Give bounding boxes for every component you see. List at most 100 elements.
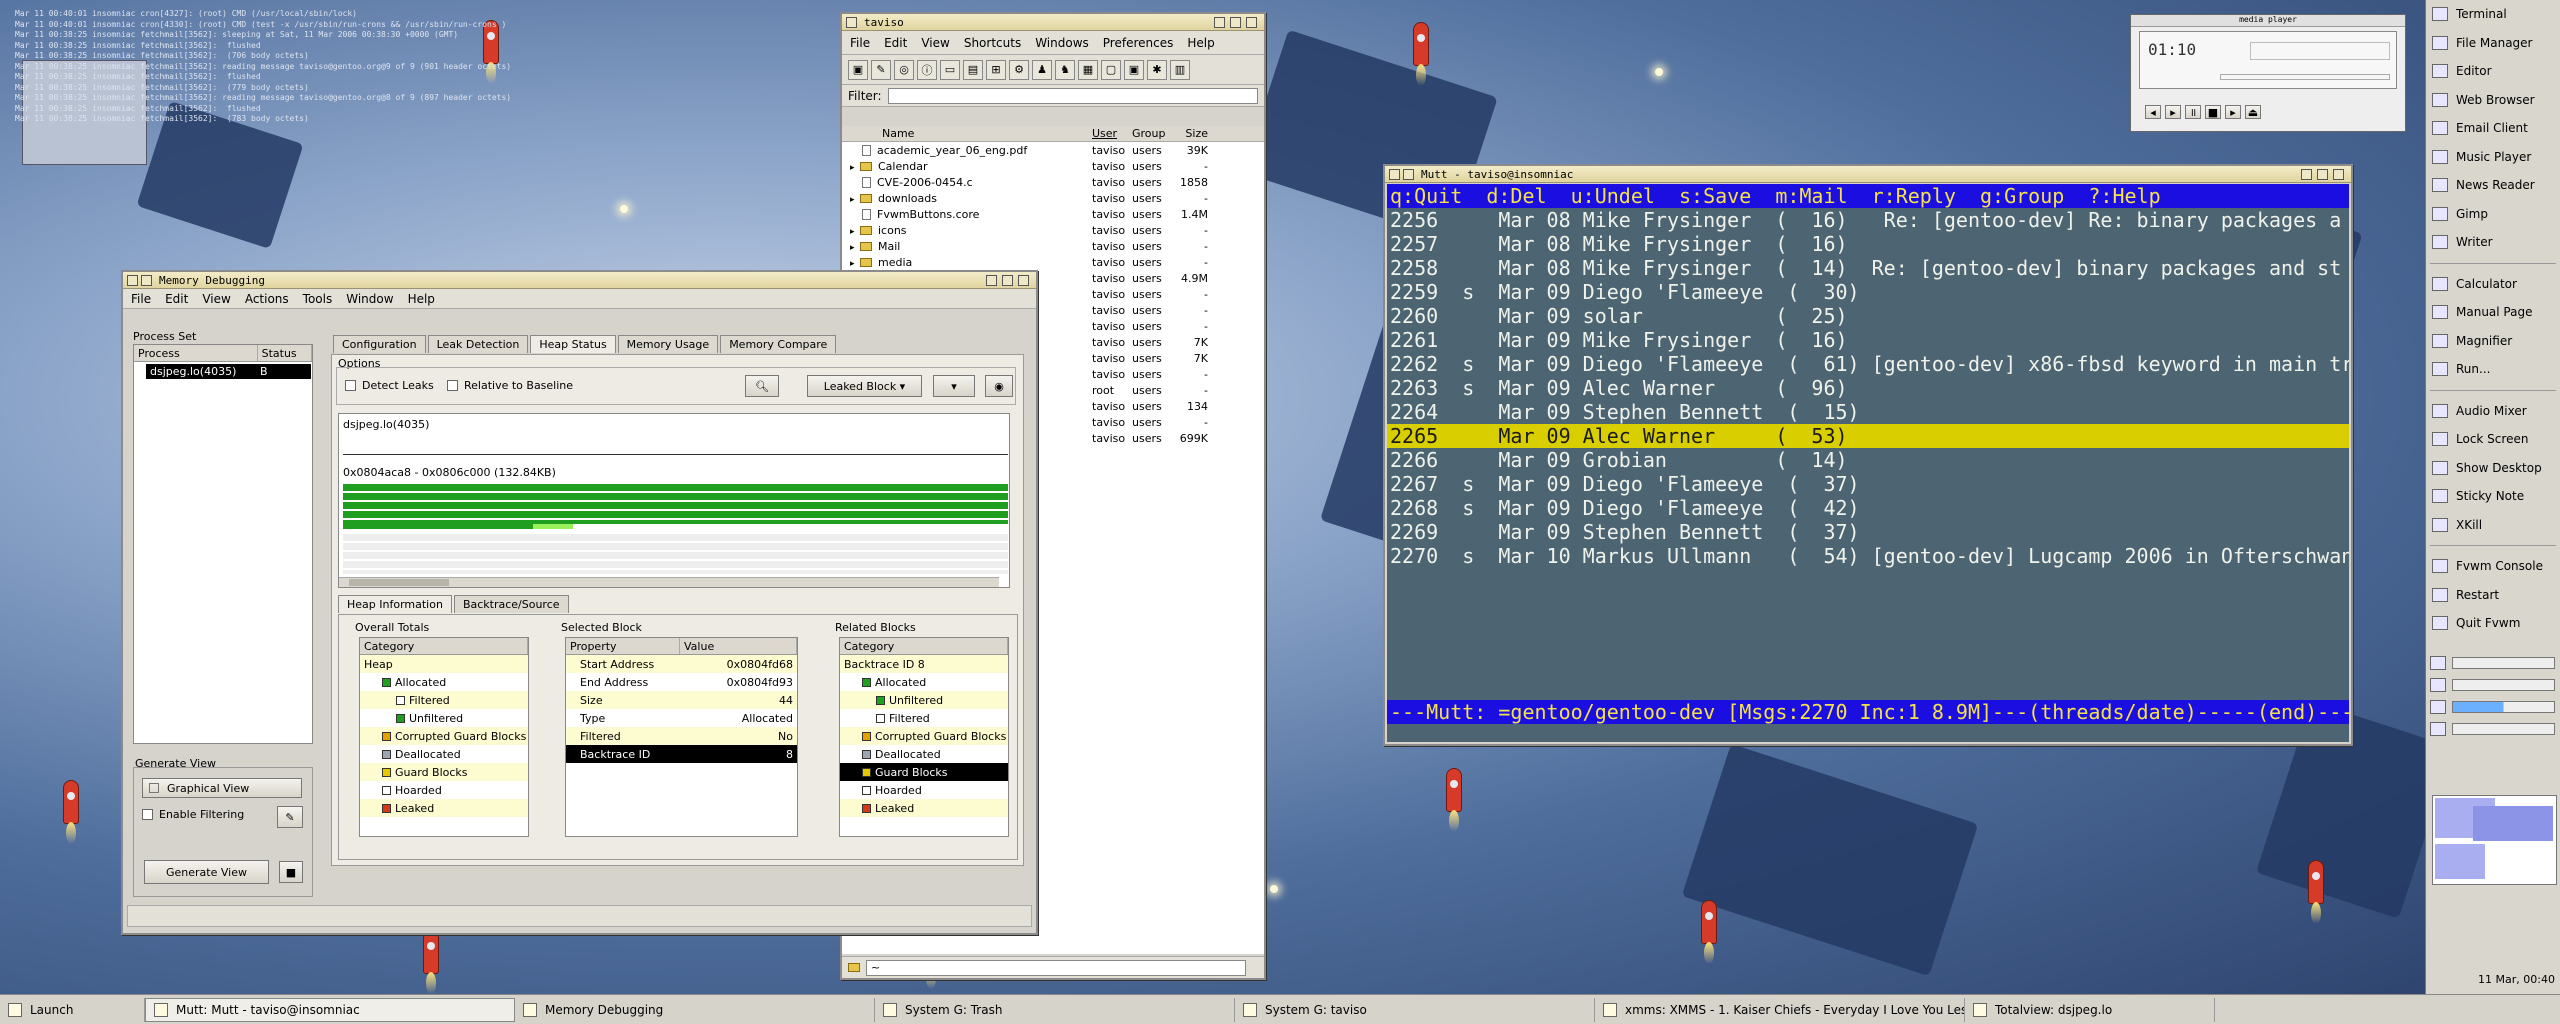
menu-help[interactable]: Help: [1187, 36, 1214, 50]
close-button[interactable]: [2333, 168, 2344, 180]
relative-baseline-checkbox[interactable]: Relative to Baseline: [447, 379, 573, 392]
menu-preferences[interactable]: Preferences: [1103, 36, 1174, 50]
launcher-sticky-note[interactable]: Sticky Note: [2426, 482, 2560, 511]
heap-blocks-bar[interactable]: [343, 524, 533, 529]
heap-graph[interactable]: dsjpeg.lo(4035) 0x0804aca8 - 0x0806c000 …: [338, 413, 1010, 588]
menu-edit[interactable]: Edit: [884, 36, 907, 50]
lock-icon[interactable]: ▢: [1101, 59, 1121, 80]
menu-actions[interactable]: Actions: [245, 292, 289, 306]
tree-item[interactable]: Deallocated: [840, 745, 1008, 763]
message-row[interactable]: 2259 s Mar 09 Diego 'Flameeye ( 30): [1387, 280, 2349, 304]
message-row[interactable]: 2260 Mar 09 solar ( 25): [1387, 304, 2349, 328]
launcher-xkill[interactable]: XKill: [2426, 511, 2560, 540]
file-row[interactable]: ▸ Mail taviso users -: [842, 238, 1264, 254]
status-col-header[interactable]: Status: [258, 345, 312, 361]
file-row[interactable]: CVE-2006-0454.c taviso users 1858: [842, 174, 1264, 190]
message-row[interactable]: 2266 Mar 09 Grobian ( 14): [1387, 448, 2349, 472]
property-row[interactable]: Start Address 0x0804fd68: [566, 655, 797, 673]
maximize-button[interactable]: [1230, 16, 1241, 28]
tree-item[interactable]: Backtrace ID 8: [840, 655, 1008, 673]
media-seek-bar[interactable]: [2220, 74, 2390, 80]
tree-item[interactable]: Guard Blocks: [360, 763, 528, 781]
desktop-pager[interactable]: [2432, 795, 2557, 885]
window-menu-button[interactable]: [127, 274, 138, 286]
property-row[interactable]: Size 44: [566, 691, 797, 709]
message-row[interactable]: 2262 s Mar 09 Diego 'Flameeye ( 61) [gen…: [1387, 352, 2349, 376]
tree-item[interactable]: Heap: [360, 655, 528, 673]
col-group[interactable]: Group: [1132, 127, 1178, 140]
message-row[interactable]: 2257 Mar 08 Mike Frysinger ( 16): [1387, 232, 2349, 256]
network-icon[interactable]: ⊞: [986, 59, 1006, 80]
process-entry[interactable]: dsjpeg.lo(4035): [146, 363, 256, 379]
prev-button[interactable]: ◂: [2145, 105, 2161, 119]
heap-blocks-bar[interactable]: [343, 484, 1008, 524]
file-row[interactable]: ▸ icons taviso users -: [842, 222, 1264, 238]
property-row[interactable]: Type Allocated: [566, 709, 797, 727]
color-select-button[interactable]: ▾: [933, 375, 975, 397]
tree-item[interactable]: Leaked: [840, 799, 1008, 817]
file-manager-titlebar[interactable]: taviso: [842, 14, 1264, 31]
minimize-button[interactable]: [986, 274, 997, 286]
maximize-button[interactable]: [1002, 274, 1013, 286]
expand-icon[interactable]: ▸: [850, 227, 860, 237]
property-row[interactable]: End Address 0x0804fd93: [566, 673, 797, 691]
property-row[interactable]: Filtered No: [566, 727, 797, 745]
message-row[interactable]: 2268 s Mar 09 Diego 'Flameeye ( 42): [1387, 496, 2349, 520]
expand-icon[interactable]: ▸: [850, 259, 860, 269]
launcher-restart[interactable]: Restart: [2426, 581, 2560, 610]
property-col-header[interactable]: Property: [566, 638, 681, 654]
file-row[interactable]: ▸ media taviso users -: [842, 254, 1264, 270]
bell-icon[interactable]: ◎: [894, 59, 914, 80]
launcher-gimp[interactable]: Gimp: [2426, 200, 2560, 229]
launcher-run[interactable]: Run...: [2426, 355, 2560, 384]
launcher-manual-page[interactable]: Manual Page: [2426, 298, 2560, 327]
media-player-window[interactable]: media player 01:10 ◂ ▸ ॥ ■ ▸ ⏏: [2130, 14, 2406, 132]
value-col-header[interactable]: Value: [680, 638, 797, 654]
path-input[interactable]: ~: [866, 959, 1246, 976]
menu-help[interactable]: Help: [408, 292, 435, 306]
launcher-editor[interactable]: Editor: [2426, 57, 2560, 86]
eye-button[interactable]: ◉: [985, 375, 1013, 397]
launch-button[interactable]: Launch: [0, 997, 145, 1022]
message-row[interactable]: 2261 Mar 09 Mike Frysinger ( 16): [1387, 328, 2349, 352]
category-col-header[interactable]: Category: [360, 638, 528, 654]
col-user[interactable]: User: [1092, 127, 1132, 140]
enable-filtering-checkbox[interactable]: Enable Filtering: [142, 808, 244, 821]
mutt-window[interactable]: Mutt - taviso@insomniac q:Quit d:Del u:U…: [1383, 164, 2353, 746]
play-button[interactable]: ▸: [2165, 105, 2181, 119]
launcher-email-client[interactable]: Email Client: [2426, 114, 2560, 143]
detect-leaks-checkbox[interactable]: Detect Leaks: [345, 379, 434, 392]
gear-icon[interactable]: ✱: [1147, 59, 1167, 80]
menu-window[interactable]: Window: [346, 292, 393, 306]
tree-item[interactable]: Guard Blocks: [840, 763, 1008, 781]
screen-icon[interactable]: ▣: [1124, 59, 1144, 80]
tree-item[interactable]: Filtered: [360, 691, 528, 709]
clipboard-icon[interactable]: ▥: [1170, 59, 1190, 80]
close-button[interactable]: [1246, 16, 1257, 28]
tab-memory-compare[interactable]: Memory Compare: [720, 335, 837, 353]
filter-input[interactable]: [887, 87, 1258, 104]
file-row[interactable]: ▸ Calendar taviso users -: [842, 158, 1264, 174]
block-type-select[interactable]: Leaked Block ▾: [807, 375, 922, 397]
menu-shortcuts[interactable]: Shortcuts: [964, 36, 1021, 50]
eject-button[interactable]: ⏏: [2245, 105, 2261, 119]
task-trash[interactable]: System G: Trash: [875, 997, 1235, 1022]
tree-item[interactable]: Corrupted Guard Blocks: [840, 727, 1008, 745]
task-memory-debugging[interactable]: Memory Debugging: [515, 997, 875, 1022]
launcher-news-reader[interactable]: News Reader: [2426, 171, 2560, 200]
view-select[interactable]: Graphical View: [142, 778, 302, 798]
file-row[interactable]: ▸ downloads taviso users -: [842, 190, 1264, 206]
window-menu-button[interactable]: [846, 16, 857, 28]
tree-item[interactable]: Leaked: [360, 799, 528, 817]
menu-windows[interactable]: Windows: [1035, 36, 1089, 50]
launcher-quit-fvwm[interactable]: Quit Fvwm: [2426, 609, 2560, 638]
launcher-magnifier[interactable]: Magnifier: [2426, 327, 2560, 356]
filter-settings-button[interactable]: ✎: [277, 806, 303, 828]
memory-debugging-titlebar[interactable]: Memory Debugging: [123, 272, 1036, 289]
message-row[interactable]: 2264 Mar 09 Stephen Bennett ( 15): [1387, 400, 2349, 424]
message-row[interactable]: 2270 s Mar 10 Markus Ullmann ( 54) [gent…: [1387, 544, 2349, 568]
launcher-fvwm-console[interactable]: Fvwm Console: [2426, 552, 2560, 581]
file-row[interactable]: academic_year_06_eng.pdf taviso users 39K: [842, 142, 1264, 158]
users-icon[interactable]: ♞: [1055, 59, 1075, 80]
document-icon[interactable]: ▤: [963, 59, 983, 80]
